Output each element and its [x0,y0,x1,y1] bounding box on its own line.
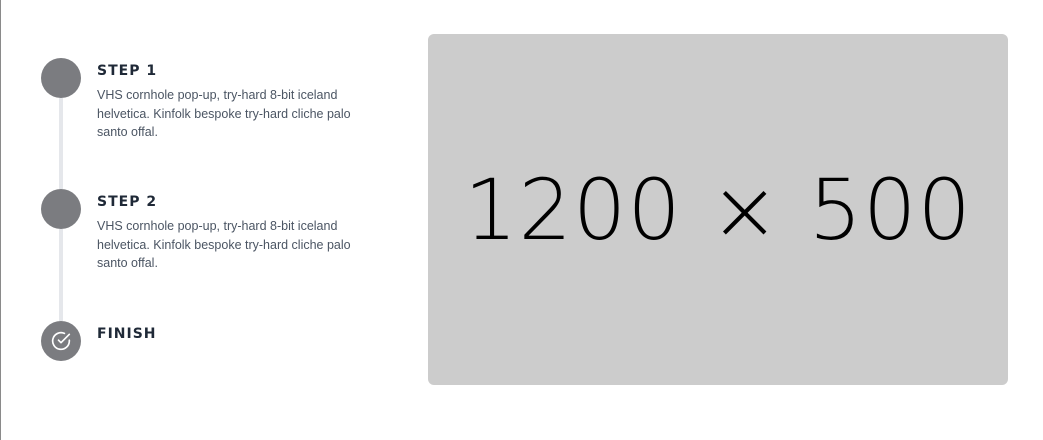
check-circle-icon [51,331,71,351]
step-description: VHS cornhole pop-up, try-hard 8-bit icel… [97,219,351,270]
step-description: VHS cornhole pop-up, try-hard 8-bit icel… [97,88,351,139]
page-left-border [0,0,1,440]
finish-title: FINISH [97,326,157,342]
timeline-connector [59,229,63,321]
image-placeholder: 1200 × 500 [428,34,1008,385]
image-placeholder-label: 1200 × 500 [464,160,972,259]
step-title: STEP 1 [97,63,158,79]
step-marker-icon [41,58,81,98]
finish-marker [41,321,81,361]
step-marker-icon [41,189,81,229]
step-title: STEP 2 [97,194,158,210]
timeline-connector [59,98,63,189]
